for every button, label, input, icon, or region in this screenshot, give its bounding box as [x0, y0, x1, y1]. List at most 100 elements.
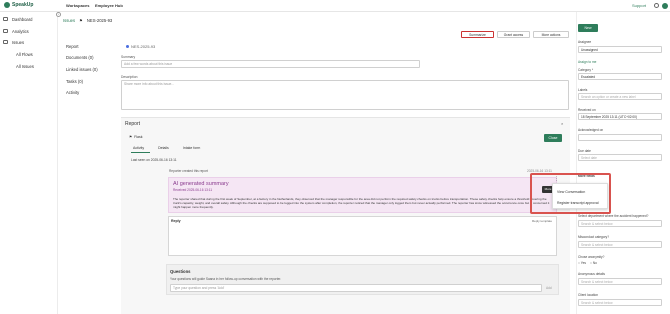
sidebar-item-analytics[interactable]: Analytics	[3, 27, 29, 35]
new-button[interactable]: New	[578, 24, 598, 32]
summary-label: Summary	[121, 55, 136, 59]
due-date-placeholder: Select date	[581, 156, 597, 160]
due-date-field[interactable]: Select date	[578, 154, 662, 161]
acknowledged-label: Acknowledged on	[578, 128, 604, 132]
reply-box[interactable]: Reply Reply template	[168, 216, 557, 256]
misconduct-label: Misconduct category?	[578, 235, 610, 239]
issues-icon	[3, 40, 8, 44]
yes-label: Yes	[580, 261, 586, 265]
register-transcript-item[interactable]: Register transcript approval	[557, 201, 598, 205]
view-conversation-item[interactable]: View Conversation	[557, 190, 585, 194]
grant-access-button[interactable]: Grant access	[497, 31, 530, 38]
labels-select[interactable]: Search an option or create a new label	[578, 93, 662, 100]
last-seen-text: Last seen on 2025-06-16 13:11	[131, 158, 177, 162]
grant-access-label: Grant access	[503, 32, 524, 37]
acknowledged-date-field[interactable]	[578, 134, 662, 141]
received-label: Received on	[578, 108, 596, 112]
assign-to-me-link[interactable]: Assign to me	[578, 60, 596, 64]
new-button-label: New	[584, 26, 592, 30]
sidebar: Dashboard Analytics Issues All Flows All…	[0, 12, 58, 314]
support-link[interactable]: Support	[632, 3, 646, 8]
question-placeholder: Type your question and press 'Add'	[173, 286, 225, 290]
logo-icon	[4, 2, 10, 8]
flag-icon: ⚑	[79, 18, 83, 23]
category-label: Category *	[578, 68, 594, 72]
logo-text: SpeakUp	[12, 2, 34, 8]
avatar[interactable]	[662, 3, 668, 9]
flag-text: Flask	[134, 135, 143, 139]
no-label: No	[592, 261, 597, 265]
description-placeholder: Share more info about this issue...	[124, 82, 175, 86]
sidebar-item-dashboard[interactable]: Dashboard	[3, 15, 33, 23]
department-label: Select department where the accident hap…	[578, 214, 649, 218]
reporter-line: Reporter created this report	[169, 169, 208, 173]
question-input[interactable]: Type your question and press 'Add'	[170, 284, 542, 292]
category-select[interactable]: Escalated	[578, 73, 662, 80]
close-report-label: Close	[548, 136, 558, 140]
nav-report[interactable]: Report	[66, 44, 79, 49]
breadcrumb-issues[interactable]: Issues	[63, 18, 75, 23]
ai-summary-text: The reporter shared that during the firs…	[173, 197, 550, 209]
kebab-menu-icon[interactable]: ⋮	[554, 176, 559, 182]
summarize-label: Summarize	[469, 32, 486, 37]
right-panel	[576, 12, 670, 314]
ai-summary-card: AI generated summary Received 2025-06-16…	[168, 177, 557, 213]
employee-placeholder: Search & select below	[581, 280, 613, 284]
status-dot	[126, 45, 129, 48]
summary-placeholder: Add a few words about this issue	[124, 62, 173, 66]
sidebar-item-all-flows[interactable]: All Flows	[16, 52, 33, 57]
logo[interactable]: SpeakUp	[4, 2, 33, 8]
ai-summary-date: Received 2025-06-16 13:11	[173, 188, 213, 192]
employee-select[interactable]: Search & select below	[578, 278, 662, 285]
sidebar-label: Dashboard	[12, 16, 33, 22]
close-panel-icon[interactable]: ×	[561, 121, 563, 126]
nav-activity[interactable]: Activity	[66, 90, 79, 95]
report-title: Report	[125, 121, 141, 127]
reply-template-select[interactable]: Reply template	[532, 219, 552, 223]
misconduct-select[interactable]: Search & select below	[578, 241, 662, 248]
tab-activity[interactable]: Activity	[133, 146, 144, 150]
collapse-sidebar-button[interactable]: ‹	[56, 12, 61, 17]
flag-label: ⚑ Flask	[129, 135, 143, 139]
issue-tag: NES-2025-93	[126, 44, 155, 49]
tooltip-label: More	[544, 187, 552, 191]
tab-intake-form[interactable]: Intake form	[183, 146, 201, 150]
misconduct-placeholder: Search & select below	[581, 243, 613, 247]
client-location-select[interactable]: Search & select below	[578, 299, 662, 306]
department-select[interactable]: Search & select below	[578, 220, 662, 227]
close-report-button[interactable]: Close	[544, 134, 562, 142]
employee-details-label: Anonymous details	[578, 272, 605, 276]
assignee-value: Unassigned	[581, 48, 598, 52]
client-location-label: Client location	[578, 293, 599, 297]
tab-details[interactable]: Details	[158, 146, 169, 150]
nav-tasks[interactable]: Tasks (0)	[66, 79, 83, 84]
nav-documents[interactable]: Documents (0)	[66, 55, 93, 60]
top-bar: SpeakUp Workspaces Employee Hub Support	[0, 0, 670, 12]
anonymity-no[interactable]: ○ No	[590, 261, 597, 265]
flag-icon: ⚑	[129, 135, 133, 139]
sidebar-label: Analytics	[12, 28, 29, 34]
breadcrumb-current: NES-2025-93	[86, 18, 113, 23]
chart-icon	[3, 29, 8, 33]
sidebar-item-all-issues[interactable]: All Issues	[16, 64, 34, 69]
assignee-select[interactable]: Unassigned	[578, 46, 662, 53]
sidebar-item-issues[interactable]: Issues	[3, 38, 24, 46]
active-tab-indicator	[131, 152, 150, 153]
labels-placeholder: Search an option or create a new label	[581, 95, 636, 99]
summary-input[interactable]: Add a few words about this issue	[121, 60, 420, 68]
category-value: Escalated	[581, 75, 595, 79]
description-input[interactable]: Share more info about this issue...	[121, 80, 569, 110]
summarize-button[interactable]: Summarize	[461, 31, 494, 38]
department-placeholder: Search & select below	[581, 222, 613, 226]
nav-linked-issues[interactable]: Linked issues (0)	[66, 67, 98, 72]
issue-tag-label: NES-2025-93	[131, 44, 156, 49]
more-actions-button[interactable]: More actions	[533, 31, 569, 38]
add-question-button[interactable]: Add	[546, 286, 552, 290]
anonymity-yes[interactable]: ○ Yes	[578, 261, 586, 265]
anonymity-label: Chose anonymity?	[578, 255, 605, 259]
gear-icon[interactable]	[654, 3, 659, 8]
received-date-field[interactable]: 18 September 2025 13:11 (UTC+02:00)	[578, 113, 662, 120]
nav-workspaces[interactable]: Workspaces	[66, 3, 90, 8]
nav-employee-hub[interactable]: Employee Hub	[95, 3, 123, 8]
assignee-label: Assignee	[578, 40, 592, 44]
